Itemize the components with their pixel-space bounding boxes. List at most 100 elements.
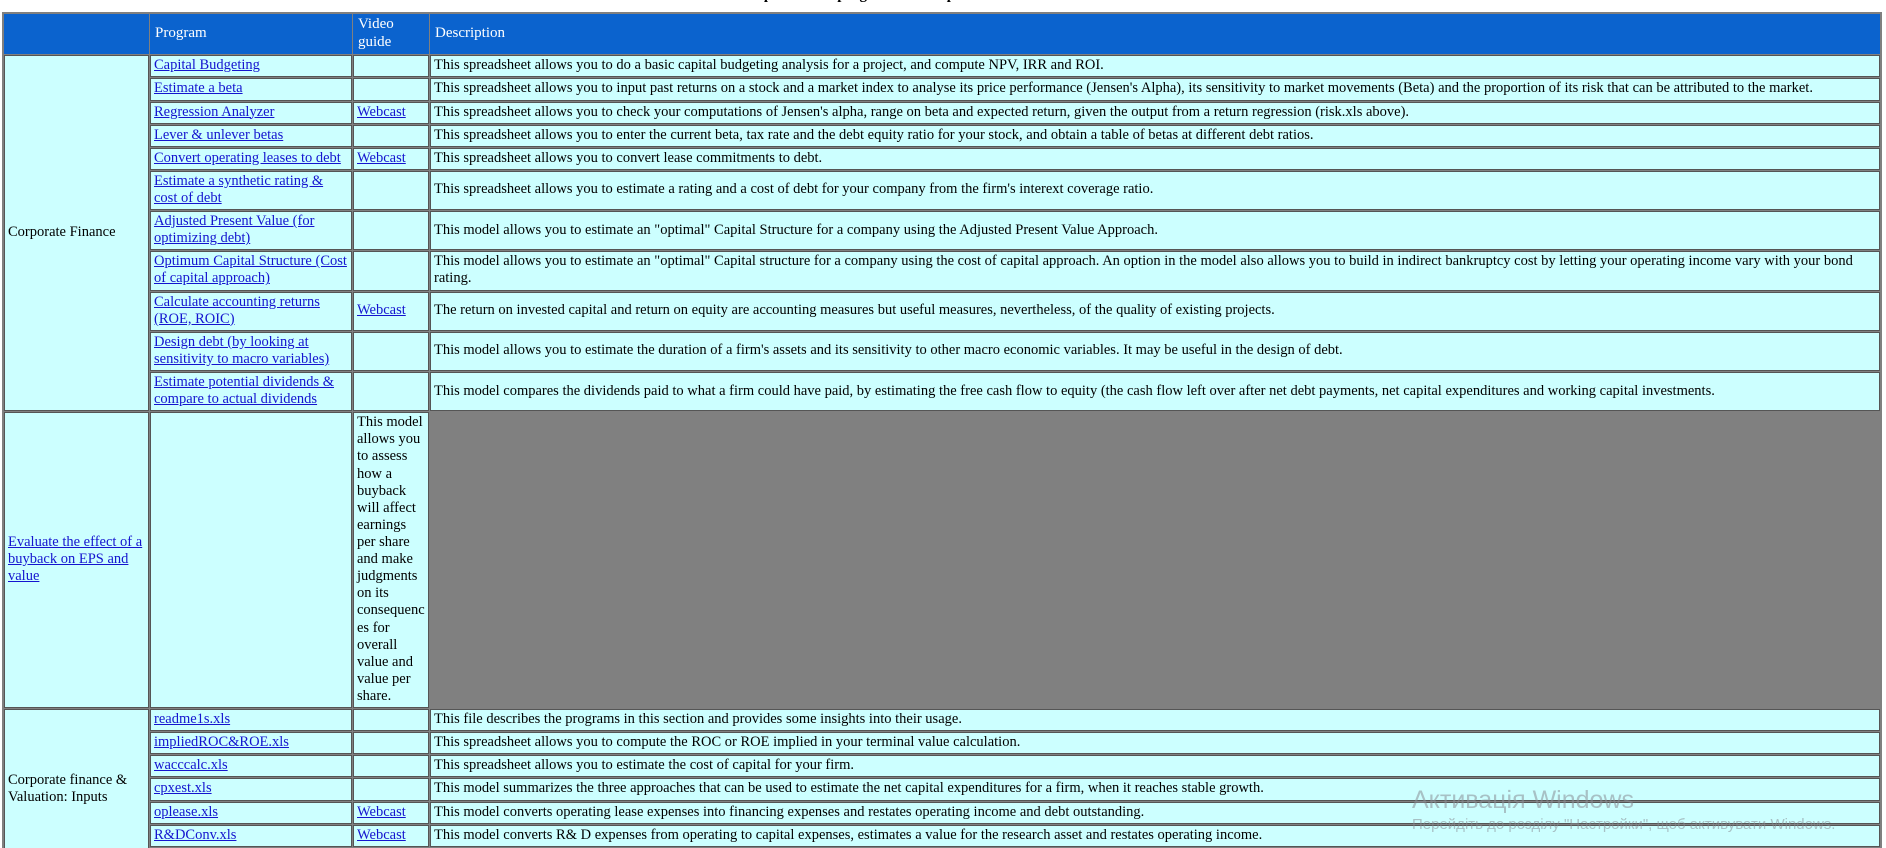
- video-guide-cell: [353, 755, 429, 778]
- table-header-row: Program Video guide Description: [4, 14, 1880, 55]
- description-cell: This spreadsheet allows you to estimate …: [430, 755, 1880, 778]
- video-guide-cell: [353, 78, 429, 101]
- program-cell: Estimate potential dividends & compare t…: [150, 372, 352, 412]
- table-row: Corporate finance & Valuation: Inputs rea…: [4, 709, 1880, 848]
- program-cell: Convert operating leases to debt: [150, 147, 352, 170]
- table-row: oplease.xls Webcast This model converts op…: [4, 801, 1880, 824]
- program-link[interactable]: wacccalc.xls: [154, 757, 228, 773]
- table-row: wacccalc.xls This spreadsheet allows you …: [4, 755, 1880, 778]
- program-link[interactable]: cpxest.xls: [154, 780, 212, 796]
- column-header-description: Description: [430, 14, 1880, 55]
- description-cell: This model allows you to estimate an "op…: [430, 251, 1880, 291]
- program-link[interactable]: readme1s.xls: [154, 711, 230, 727]
- column-header-program: Program: [150, 14, 352, 55]
- program-link[interactable]: Evaluate the effect of a buyback on EPS …: [8, 534, 142, 584]
- table-row: Adjusted Present Value (for optimizing d…: [4, 211, 1880, 251]
- description-cell: This model converts operating lease expe…: [430, 801, 1880, 824]
- program-link[interactable]: Estimate potential dividends & compare t…: [154, 374, 334, 407]
- program-link[interactable]: Design debt (by looking at sensitivity t…: [154, 334, 329, 367]
- table-row: Evaluate the effect of a buyback on EPS …: [4, 412, 1880, 709]
- spreadsheet-programs-table-wrapper: Program Video guide Description Corporat…: [2, 12, 1882, 848]
- page-title-cutoff: Spreadsheet programs for corporate finan…: [0, 0, 1886, 3]
- program-cell: impliedROC&ROE.xls: [150, 732, 352, 755]
- program-cell: R&DConv.xls: [150, 824, 352, 847]
- program-cell: Evaluate the effect of a buyback on EPS …: [4, 412, 149, 709]
- table-row: Estimate a beta This spreadsheet allows y…: [4, 78, 1880, 101]
- description-cell: This spreadsheet allows you to estimate …: [430, 170, 1880, 211]
- video-guide-cell: Webcast: [353, 291, 429, 331]
- video-webcast-link[interactable]: Webcast: [357, 302, 406, 318]
- program-cell: oplease.xls: [150, 801, 352, 824]
- program-cell: Regression Analyzer: [150, 101, 352, 124]
- program-cell: Calculate accounting returns (ROE, ROIC): [150, 291, 352, 331]
- category-cell: Corporate Finance: [4, 55, 149, 412]
- program-link[interactable]: Convert operating leases to debt: [154, 150, 341, 166]
- description-cell: This spreadsheet allows you to do a basi…: [430, 55, 1880, 78]
- program-cell: wacccalc.xls: [150, 755, 352, 778]
- description-cell: This model converts R& D expenses from o…: [430, 824, 1880, 847]
- program-link[interactable]: R&DConv.xls: [154, 827, 236, 843]
- program-link[interactable]: Estimate a synthetic rating & cost of de…: [154, 173, 323, 206]
- program-link[interactable]: Estimate a beta: [154, 80, 243, 96]
- program-cell: Capital Budgeting: [150, 55, 352, 78]
- table-head: Program Video guide Description: [4, 14, 1880, 55]
- description-cell: This model allows you to estimate an "op…: [430, 211, 1880, 251]
- table-row: Calculate accounting returns (ROE, ROIC)…: [4, 291, 1880, 331]
- description-cell: This spreadsheet allows you to check you…: [430, 101, 1880, 124]
- description-cell: This spreadsheet allows you to input pas…: [430, 78, 1880, 101]
- table-row: cpxest.xls This model summarizes the thre…: [4, 778, 1880, 801]
- program-cell: Estimate a synthetic rating & cost of de…: [150, 170, 352, 211]
- description-cell: This spreadsheet allows you to enter the…: [430, 124, 1880, 147]
- column-header-category: [4, 14, 149, 55]
- program-cell: Optimum Capital Structure (Cost of capit…: [150, 251, 352, 291]
- table-row: Regression Analyzer Webcast This spreadshe…: [4, 101, 1880, 124]
- program-link[interactable]: Optimum Capital Structure (Cost of capit…: [154, 253, 347, 286]
- program-link[interactable]: oplease.xls: [154, 804, 218, 820]
- program-cell: cpxest.xls: [150, 778, 352, 801]
- description-cell: This spreadsheet allows you to compute t…: [430, 732, 1880, 755]
- page-root: Spreadsheet programs for corporate finan…: [0, 0, 1886, 848]
- program-link[interactable]: Calculate accounting returns (ROE, ROIC): [154, 294, 320, 327]
- program-link[interactable]: impliedROC&ROE.xls: [154, 734, 289, 750]
- description-cell: This model allows you to estimate the du…: [430, 331, 1880, 372]
- video-guide-cell: [353, 372, 429, 412]
- description-cell: This file describes the programs in this…: [430, 709, 1880, 732]
- video-guide-cell: [353, 55, 429, 78]
- program-link[interactable]: Lever & unlever betas: [154, 127, 283, 143]
- description-cell: This model compares the dividends paid t…: [430, 372, 1880, 412]
- video-webcast-link[interactable]: Webcast: [357, 150, 406, 166]
- video-guide-cell: Webcast: [353, 147, 429, 170]
- column-header-video-guide: Video guide: [353, 14, 429, 55]
- spreadsheet-programs-table: Program Video guide Description Corporat…: [2, 12, 1882, 848]
- video-webcast-link[interactable]: Webcast: [357, 827, 406, 843]
- program-cell: Design debt (by looking at sensitivity t…: [150, 331, 352, 372]
- category-cell: Corporate finance & Valuation: Inputs: [4, 709, 149, 848]
- program-cell: Lever & unlever betas: [150, 124, 352, 147]
- video-guide-cell: [353, 251, 429, 291]
- video-guide-cell: [353, 211, 429, 251]
- table-row: Lever & unlever betas This spreadsheet al…: [4, 124, 1880, 147]
- description-cell: The return on invested capital and retur…: [430, 291, 1880, 331]
- description-cell: This model allows you to assess how a bu…: [353, 412, 429, 709]
- video-guide-cell: [353, 331, 429, 372]
- video-guide-cell: Webcast: [353, 801, 429, 824]
- table-row: impliedROC&ROE.xls This spreadsheet allow…: [4, 732, 1880, 755]
- video-guide-cell: [150, 412, 352, 709]
- program-link[interactable]: Capital Budgeting: [154, 57, 260, 73]
- description-cell: This spreadsheet allows you to convert l…: [430, 147, 1880, 170]
- program-link[interactable]: Adjusted Present Value (for optimizing d…: [154, 213, 314, 246]
- table-row: Optimum Capital Structure (Cost of capit…: [4, 251, 1880, 291]
- video-webcast-link[interactable]: Webcast: [357, 104, 406, 120]
- video-guide-cell: [353, 709, 429, 732]
- table-row: Convert operating leases to debt Webcast T…: [4, 147, 1880, 170]
- description-cell: This model summarizes the three approach…: [430, 778, 1880, 801]
- table-row: R&DConv.xls Webcast This model converts R&…: [4, 824, 1880, 847]
- program-cell: Estimate a beta: [150, 78, 352, 101]
- video-webcast-link[interactable]: Webcast: [357, 804, 406, 820]
- table-row: Design debt (by looking at sensitivity t…: [4, 331, 1880, 372]
- program-cell: readme1s.xls: [150, 709, 352, 732]
- table-row: Estimate a synthetic rating & cost of de…: [4, 170, 1880, 211]
- table-row: Estimate potential dividends & compare t…: [4, 372, 1880, 412]
- program-link[interactable]: Regression Analyzer: [154, 104, 274, 120]
- table-body: Corporate Finance Capital Budgeting This s…: [4, 55, 1880, 848]
